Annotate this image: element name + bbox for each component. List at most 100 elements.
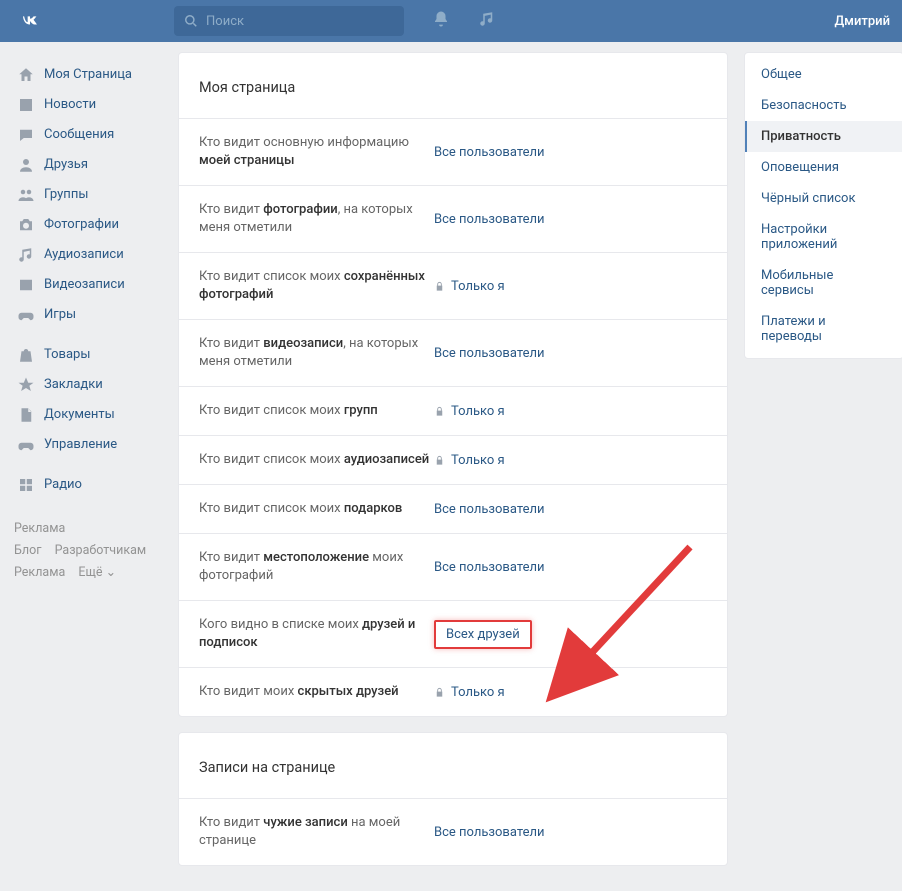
setting-value-dropdown[interactable]: Только я bbox=[434, 404, 505, 419]
settings-panel: Моя страница Кто видит основную информаци… bbox=[178, 52, 728, 717]
setting-row: Кого видно в списке моих друзей и подпис… bbox=[179, 600, 727, 667]
news-icon bbox=[16, 95, 36, 115]
sidebar-item[interactable]: Закладки bbox=[10, 370, 166, 400]
market-icon bbox=[16, 345, 36, 365]
setting-row: Кто видит основную информацию моей стран… bbox=[179, 118, 727, 185]
setting-row: Кто видит видеозаписи, на которых меня о… bbox=[179, 319, 727, 386]
bell-icon[interactable] bbox=[432, 10, 450, 32]
sidebar-item[interactable]: Моя Страница bbox=[10, 60, 166, 90]
messages-icon bbox=[16, 125, 36, 145]
lock-icon bbox=[434, 406, 445, 417]
rail-item[interactable]: Мобильные сервисы bbox=[745, 260, 902, 306]
search-input[interactable]: Поиск bbox=[174, 6, 404, 36]
sidebar-item-label: Видеозаписи bbox=[44, 277, 125, 293]
friends-icon bbox=[16, 155, 36, 175]
lock-icon bbox=[434, 281, 445, 292]
footer-ad1[interactable]: Реклама bbox=[14, 521, 65, 536]
sidebar-item[interactable]: Документы bbox=[10, 400, 166, 430]
lock-icon bbox=[434, 687, 445, 698]
star-icon bbox=[16, 375, 36, 395]
setting-value-dropdown[interactable]: Все пользователи bbox=[434, 502, 545, 517]
video-icon bbox=[16, 275, 36, 295]
lock-icon bbox=[434, 455, 445, 466]
setting-row: Кто видит список моих сохранённых фотогр… bbox=[179, 252, 727, 319]
sidebar-item-label: Новости bbox=[44, 97, 96, 113]
setting-label: Кто видит чужие записи на моей странице bbox=[199, 814, 434, 850]
setting-value-dropdown[interactable]: Только я bbox=[434, 685, 505, 700]
setting-label: Кто видит фотографии, на которых меня от… bbox=[199, 201, 434, 237]
setting-value-text: Все пользователи bbox=[434, 502, 545, 517]
games-icon bbox=[16, 305, 36, 325]
setting-value-dropdown[interactable]: Все пользователи bbox=[434, 825, 545, 840]
sidebar-item[interactable]: Друзья bbox=[10, 150, 166, 180]
setting-label: Кто видит список моих подарков bbox=[199, 500, 434, 518]
setting-value-text: Только я bbox=[451, 404, 505, 419]
setting-label: Кто видит видеозаписи, на которых меня о… bbox=[199, 335, 434, 371]
setting-value-text: Только я bbox=[451, 685, 505, 700]
sidebar-item[interactable]: Фотографии bbox=[10, 210, 166, 240]
groups-icon bbox=[16, 185, 36, 205]
setting-value-dropdown[interactable]: Все пользователи bbox=[434, 212, 545, 227]
music-top-icon[interactable] bbox=[478, 10, 496, 32]
rail-item[interactable]: Оповещения bbox=[745, 152, 902, 183]
rail-item[interactable]: Общее bbox=[745, 59, 902, 90]
sidebar-item[interactable]: Сообщения bbox=[10, 120, 166, 150]
sidebar-item-label: Радио bbox=[44, 477, 82, 493]
setting-row: Кто видит местоположение моих фотографий… bbox=[179, 533, 727, 600]
footer-ad2[interactable]: Реклама bbox=[14, 565, 65, 580]
camera-icon bbox=[16, 215, 36, 235]
search-placeholder: Поиск bbox=[206, 14, 244, 29]
sidebar-item-label: Сообщения bbox=[44, 127, 114, 143]
setting-row: Кто видит чужие записи на моей страницеВ… bbox=[179, 798, 727, 865]
panel-title: Записи на странице bbox=[179, 733, 727, 798]
username[interactable]: Дмитрий bbox=[834, 14, 890, 29]
music-icon bbox=[16, 245, 36, 265]
setting-value-dropdown[interactable]: Все пользователи bbox=[434, 560, 545, 575]
main-content: Моя страница Кто видит основную информаци… bbox=[178, 52, 728, 881]
sidebar-item-label: Документы bbox=[44, 407, 115, 423]
setting-value-text: Только я bbox=[451, 453, 505, 468]
rail-item[interactable]: Настройки приложений bbox=[745, 214, 902, 260]
sidebar-item[interactable]: Управление bbox=[10, 430, 166, 460]
setting-row: Кто видит список моих группТолько я bbox=[179, 386, 727, 435]
sidebar-item-label: Закладки bbox=[44, 377, 103, 393]
setting-value-text: Все пользователи bbox=[434, 212, 545, 227]
sidebar-item[interactable]: Игры bbox=[10, 300, 166, 330]
setting-label: Кто видит моих скрытых друзей bbox=[199, 683, 434, 701]
vk-logo-icon[interactable] bbox=[16, 7, 44, 35]
setting-label: Кто видит основную информацию моей стран… bbox=[199, 134, 434, 170]
rail-item[interactable]: Безопасность bbox=[745, 90, 902, 121]
rail-item[interactable]: Платежи и переводы bbox=[745, 306, 902, 352]
sidebar-item-label: Игры bbox=[44, 307, 76, 323]
setting-value-dropdown[interactable]: Всех друзей bbox=[434, 620, 532, 649]
rail-item[interactable]: Приватность bbox=[745, 121, 902, 152]
setting-label: Кто видит список моих сохранённых фотогр… bbox=[199, 268, 434, 304]
gamepad-icon bbox=[16, 435, 36, 455]
footer-dev[interactable]: Разработчикам bbox=[55, 543, 147, 558]
setting-value-dropdown[interactable]: Только я bbox=[434, 453, 505, 468]
settings-panel: Записи на страницеКто видит чужие записи… bbox=[178, 732, 728, 866]
sidebar-item-label: Фотографии bbox=[44, 217, 119, 233]
sidebar-item[interactable]: Группы bbox=[10, 180, 166, 210]
setting-value-dropdown[interactable]: Только я bbox=[434, 279, 505, 294]
topbar: Поиск Дмитрий bbox=[0, 0, 902, 42]
search-icon bbox=[184, 14, 198, 28]
sidebar-item[interactable]: Видеозаписи bbox=[10, 270, 166, 300]
setting-value-dropdown[interactable]: Все пользователи bbox=[434, 145, 545, 160]
setting-label: Кто видит список моих аудиозаписей bbox=[199, 451, 434, 469]
setting-value-dropdown[interactable]: Все пользователи bbox=[434, 346, 545, 361]
home-icon bbox=[16, 65, 36, 85]
sidebar-item[interactable]: Аудиозаписи bbox=[10, 240, 166, 270]
sidebar-item[interactable]: Новости bbox=[10, 90, 166, 120]
panel-title: Моя страница bbox=[179, 53, 727, 118]
sidebar-item[interactable]: Товары bbox=[10, 340, 166, 370]
footer-more[interactable]: Ещё ⌄ bbox=[78, 565, 116, 580]
footer-blog[interactable]: Блог bbox=[14, 543, 41, 558]
settings-rail: ОбщееБезопасностьПриватностьОповещенияЧё… bbox=[744, 52, 902, 359]
rail-item[interactable]: Чёрный список bbox=[745, 183, 902, 214]
sidebar-item[interactable]: Радио bbox=[10, 470, 166, 500]
sidebar: Моя Страница Новости Сообщения ДрузьяГруппы… bbox=[10, 52, 166, 881]
setting-row: Кто видит список моих аудиозаписей Только… bbox=[179, 435, 727, 484]
setting-label: Кто видит местоположение моих фотографий bbox=[199, 549, 434, 585]
sidebar-item-label: Управление bbox=[44, 437, 117, 453]
